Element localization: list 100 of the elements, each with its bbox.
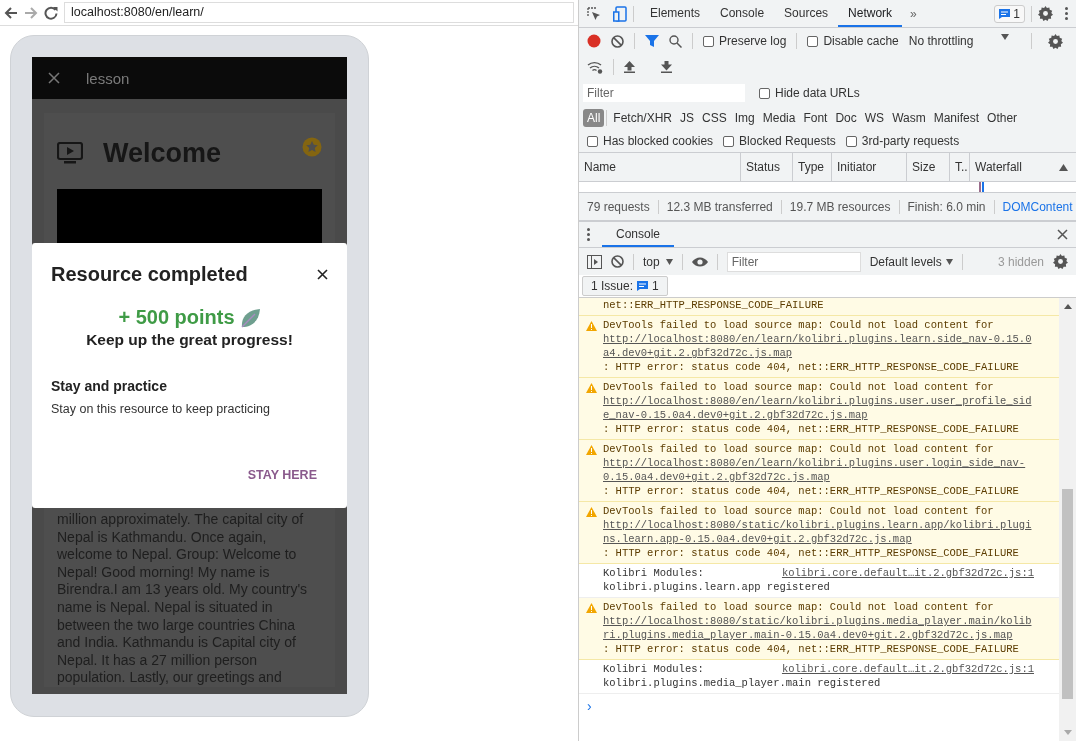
checkbox-label: Hide data URLs — [775, 86, 860, 100]
checkbox[interactable] — [845, 135, 857, 147]
column-header[interactable]: Size — [912, 160, 936, 174]
scrollbar-thumb[interactable] — [1062, 489, 1073, 699]
source-map-link[interactable]: http://localhost:8080/en/learn/kolibri.plugins.user.user_profile_side_nav-0.15.0a4.dev0+git.2.gbf32d72c.js.map — [603, 394, 1034, 422]
hidden-count: 3 hidden — [997, 254, 1044, 269]
type-filter[interactable]: Wasm — [888, 109, 930, 127]
source-link[interactable]: kolibri.core.default…it.2.gbf32d72c.js:1 — [781, 662, 1034, 676]
points-text: + 500 points — [118, 306, 235, 329]
settings-icon[interactable] — [1048, 33, 1064, 49]
log-levels-dropdown[interactable]: Default levels — [869, 254, 953, 269]
devtools-tab[interactable]: Sources — [774, 0, 839, 27]
inspect-icon[interactable] — [587, 6, 601, 21]
console-message: DevTools failed to load source map: Could not load content for http://localhost:8080/static/kolibri.plugins.learn.app/kolibri.plugins.learn.app-0.15.0a4.dev0+git.2.gbf32d72c.js.map : HTTP error: status code 404, net::ERR_HTTP_RESPONSE_CODE_FAILURE — [603, 504, 1034, 560]
source-map-link[interactable]: http://localhost:8080/static/kolibri.plugins.media_player.main/kolibri.plugins.media_player.main-0.15.0a4.dev0+git.2.gbf32d72c.js.map — [603, 614, 1034, 642]
summary-text: 12.3 MB transferred — [658, 199, 782, 214]
source-link[interactable]: kolibri.core.default…it.2.gbf32d72c.js:1 — [781, 566, 1034, 580]
device-toolbar-icon[interactable] — [613, 5, 627, 22]
source-map-link[interactable]: http://localhost:8080/static/kolibri.plugins.learn.app/kolibri.plugins.learn.app-0.15.0a4.dev0+git.2.gbf32d72c.js.map — [603, 518, 1034, 546]
dialog-title: Resource completed — [51, 263, 248, 286]
console-message: Kolibri Modules: — [603, 566, 704, 580]
type-filter[interactable]: Doc — [831, 109, 861, 127]
type-filter[interactable]: All — [583, 109, 605, 127]
checkbox[interactable] — [703, 35, 714, 47]
source-map-link[interactable]: http://localhost:8080/en/learn/kolibri.plugins.user.login_side_nav-0.15.0a4.dev0+git.2.gbf32d72c.js.map — [603, 456, 1034, 484]
type-filter[interactable]: CSS — [698, 109, 731, 127]
record-icon[interactable] — [587, 34, 601, 48]
clear-icon[interactable] — [611, 255, 624, 268]
upload-icon[interactable] — [624, 61, 635, 73]
checkbox-label: Preserve log — [719, 34, 787, 48]
summary-text: 79 requests — [579, 199, 659, 214]
devtools-tab[interactable]: Elements — [640, 0, 711, 27]
checkbox-label: 3rd-party requests — [861, 134, 960, 148]
more-options-icon[interactable] — [587, 228, 590, 241]
top-bar-title: lesson — [86, 69, 130, 87]
summary-text: 19.7 MB resources — [781, 199, 900, 214]
column-header[interactable]: Initiator — [837, 160, 877, 174]
console-message: kolibri.plugins.media_player.main registered — [603, 676, 882, 690]
throttling-dropdown[interactable]: No throttling — [908, 34, 1010, 48]
close-icon[interactable] — [1057, 229, 1068, 240]
type-filter[interactable]: Other — [983, 109, 1022, 127]
message-icon — [637, 281, 649, 291]
search-icon[interactable] — [669, 34, 682, 48]
console-message: DevTools failed to load source map: Could not load content for http://localhost:8080/en/learn/kolibri.plugins.user.user_profile_side_nav-0.15.0a4.dev0+git.2.gbf32d72c.js.map : HTTP error: status code 404, net::ERR_HTTP_RESPONSE_CODE_FAILURE — [603, 380, 1034, 436]
console-prompt[interactable]: › — [579, 694, 1059, 714]
issues-badge[interactable]: 1 — [994, 4, 1025, 23]
caret-icon — [1001, 34, 1010, 40]
video-icon — [57, 142, 83, 164]
type-filter[interactable]: Font — [799, 109, 832, 127]
stay-here-button[interactable]: STAY HERE — [236, 464, 328, 486]
type-filter[interactable]: WS — [860, 109, 889, 127]
column-header[interactable]: Name — [584, 160, 616, 174]
column-header[interactable]: Waterfall — [975, 160, 1022, 174]
back-icon[interactable] — [4, 5, 18, 20]
checkbox-label: Blocked Requests — [739, 134, 836, 148]
eye-icon[interactable] — [691, 256, 708, 267]
filter-field[interactable]: Filter — [726, 251, 861, 272]
reload-icon[interactable] — [44, 5, 58, 20]
close-icon[interactable] — [317, 269, 328, 280]
console-message: DevTools failed to load source map: Could not load content for http://localhost:8080/static/kolibri.plugins.media_player.main/kolibri.plugins.media_player.main-0.15.0a4.dev0+git.2.gbf32d72c.js.map : HTTP error: status code 404, net::ERR_HTTP_RESPONSE_CODE_FAILURE — [603, 600, 1034, 656]
type-filter[interactable]: Fetch/XHR — [609, 109, 677, 127]
settings-icon[interactable] — [1038, 6, 1053, 21]
checkbox-label: Disable cache — [823, 34, 899, 48]
summary-link[interactable]: DOMContent — [994, 199, 1073, 214]
devtools-tab[interactable]: Console — [710, 0, 775, 27]
filter-field[interactable]: Filter — [583, 84, 745, 102]
sidebar-icon[interactable] — [587, 254, 602, 269]
column-header[interactable]: T.. — [955, 160, 968, 174]
checkbox[interactable] — [807, 35, 819, 47]
console-message: DevTools failed to load source map: Could not load content for http://localhost:8080/en/learn/kolibri.plugins.learn.side_nav-0.15.0a4.dev0+git.2.gbf32d72c.js.map : HTTP error: status code 404, net::ERR_HTTP_RESPONSE_CODE_FAILURE — [603, 318, 1034, 374]
warning-icon — [586, 445, 597, 455]
column-header[interactable]: Status — [746, 160, 781, 174]
summary-text: Finish: 6.0 min — [899, 199, 995, 214]
checkbox[interactable] — [587, 135, 598, 147]
devtools-tab[interactable]: Network — [838, 0, 903, 27]
caret-icon — [945, 258, 953, 265]
checkbox[interactable] — [723, 135, 735, 147]
network-conditions-icon[interactable] — [587, 60, 603, 74]
dialog-message: Keep up the great progress! — [86, 331, 293, 349]
more-options-icon[interactable] — [1065, 7, 1068, 20]
filter-icon[interactable] — [645, 35, 659, 47]
scroll-up-icon[interactable] — [1063, 304, 1072, 309]
type-filter[interactable]: Media — [758, 109, 800, 127]
sort-ascending-icon — [1059, 163, 1068, 171]
type-filter[interactable]: Manifest — [929, 109, 984, 127]
download-icon[interactable] — [661, 61, 672, 73]
checkbox[interactable] — [759, 87, 770, 99]
console-message: kolibri.plugins.learn.app registered — [603, 580, 831, 594]
context-dropdown[interactable]: top — [643, 254, 673, 269]
issues-button[interactable]: 1 Issue: 1 — [582, 276, 668, 296]
address-bar[interactable]: localhost:8080/en/learn/ — [64, 2, 574, 23]
type-filter[interactable]: Img — [730, 109, 759, 127]
checkbox-label: Has blocked cookies — [603, 134, 714, 148]
settings-icon[interactable] — [1053, 254, 1068, 269]
clear-icon[interactable] — [611, 34, 624, 48]
warning-icon — [586, 603, 597, 613]
type-filter[interactable]: JS — [676, 109, 699, 127]
source-map-link[interactable]: http://localhost:8080/en/learn/kolibri.plugins.learn.side_nav-0.15.0a4.dev0+git.2.gbf32d72c.js.map — [603, 332, 1034, 360]
column-header[interactable]: Type — [798, 160, 824, 174]
more-tabs-button[interactable]: » — [902, 6, 925, 21]
